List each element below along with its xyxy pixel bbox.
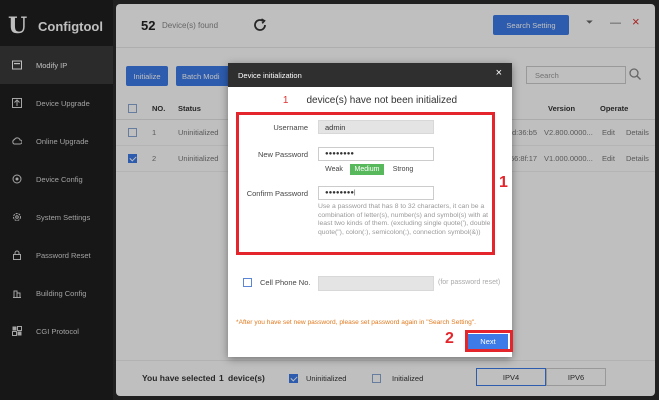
search-setting-warning: *After you have set new password, please… — [236, 319, 476, 326]
uninitialized-summary: 1 device(s) have not been initialized — [228, 95, 512, 106]
annotation-box-2 — [465, 330, 513, 352]
dialog-close-button[interactable]: × — [496, 67, 502, 79]
annotation-box-1 — [236, 112, 495, 255]
annotation-label-2: 2 — [445, 330, 454, 347]
cell-phone-checkbox[interactable] — [243, 278, 252, 287]
annotation-label-1: 1 — [499, 174, 508, 191]
dialog-header: Device initialization × — [228, 63, 512, 87]
cell-phone-label: Cell Phone No. — [260, 278, 311, 287]
uninitialized-text: device(s) have not been initialized — [306, 95, 458, 106]
configtool-window: U Configtool Modify IP Device Upgrade On… — [0, 0, 659, 400]
cell-phone-hint: (for password reset) — [438, 279, 501, 286]
cell-phone-field[interactable] — [318, 276, 434, 291]
dialog-title: Device initialization — [238, 70, 302, 80]
uninitialized-count: 1 — [282, 95, 289, 106]
